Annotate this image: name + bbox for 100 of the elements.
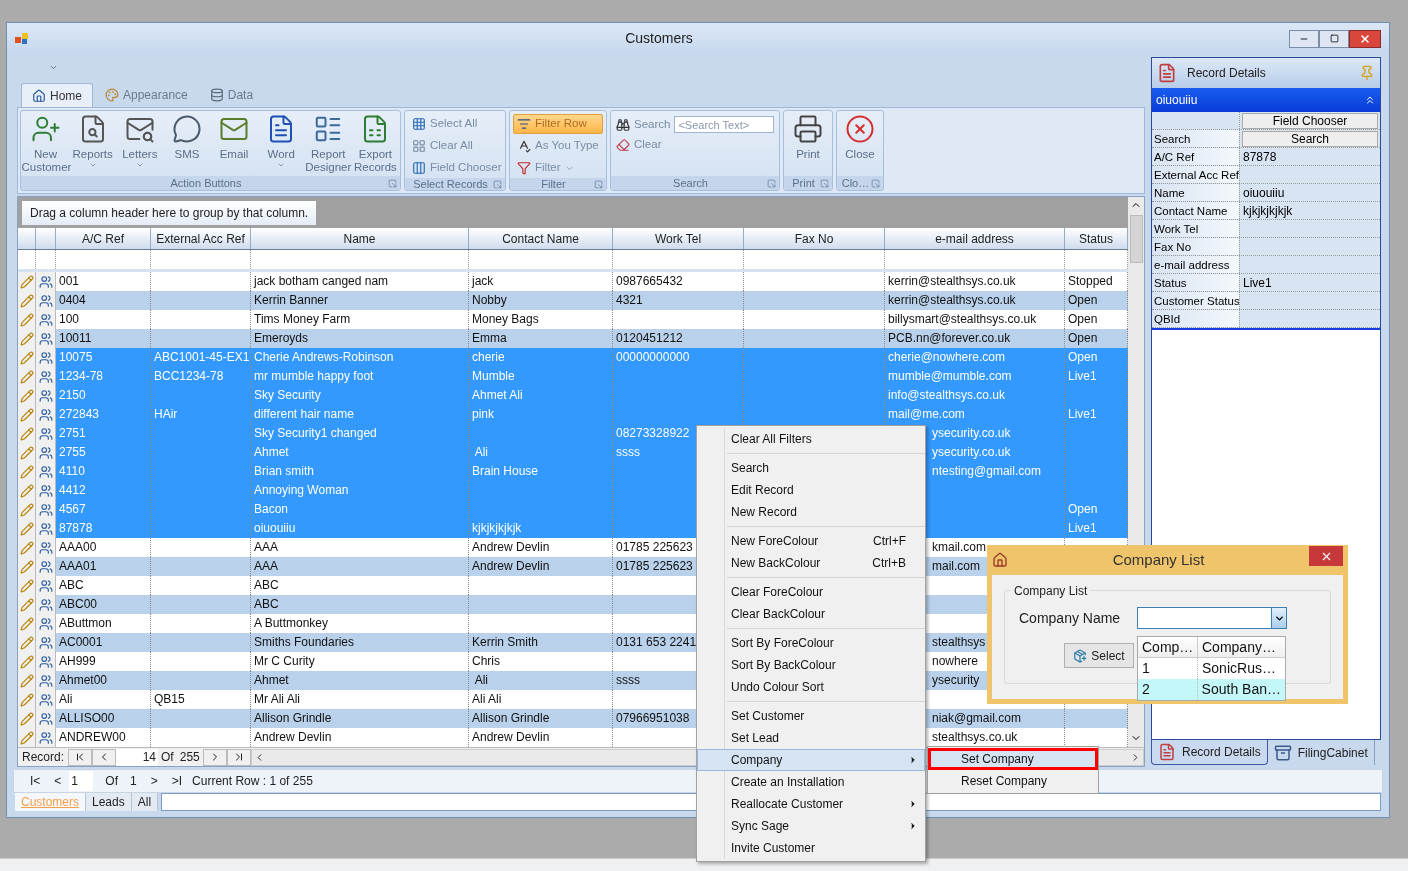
pencil-icon[interactable] bbox=[19, 369, 34, 384]
menu-item[interactable]: Reallocate Customer bbox=[697, 793, 925, 815]
pencil-icon[interactable] bbox=[19, 483, 34, 498]
pencil-icon[interactable] bbox=[19, 312, 34, 327]
pencil-icon[interactable] bbox=[19, 540, 34, 555]
column-header[interactable]: A/C Ref bbox=[56, 228, 151, 249]
last-record-button[interactable] bbox=[226, 748, 251, 766]
panel-tab[interactable]: FilingCabinet bbox=[1267, 740, 1375, 765]
people-icon[interactable] bbox=[38, 730, 53, 745]
pencil-icon[interactable] bbox=[19, 635, 34, 650]
dialog-launcher-icon[interactable] bbox=[871, 178, 880, 188]
people-icon[interactable] bbox=[38, 635, 53, 650]
pencil-icon[interactable] bbox=[19, 350, 34, 365]
column-header[interactable]: Fax No bbox=[744, 228, 885, 249]
close-button[interactable] bbox=[1309, 546, 1343, 566]
field-button[interactable]: Search bbox=[1242, 131, 1378, 147]
ribbon-button[interactable]: Export Records bbox=[353, 113, 397, 174]
people-icon[interactable] bbox=[38, 502, 53, 517]
pencil-icon[interactable] bbox=[19, 559, 34, 574]
column-header[interactable]: Company… bbox=[1198, 637, 1285, 657]
pencil-icon[interactable] bbox=[19, 692, 34, 707]
table-row[interactable]: 0404 Kerrin Banner Nobby 4321 kerrin@stealthsys.co.uk Open bbox=[18, 291, 1128, 310]
ribbon-button[interactable]: Word bbox=[259, 113, 303, 169]
pencil-icon[interactable] bbox=[19, 616, 34, 631]
people-icon[interactable] bbox=[38, 445, 53, 460]
panel-tab[interactable]: Record Details bbox=[1151, 740, 1268, 765]
ribbon-button[interactable]: Letters bbox=[118, 113, 162, 169]
people-icon[interactable] bbox=[38, 312, 53, 327]
previous-record-button[interactable] bbox=[92, 748, 117, 766]
table-row[interactable]: 10011 Emeroyds Emma 0120451212 PCB.nn@forever.co.uk Open bbox=[18, 329, 1128, 348]
people-icon[interactable] bbox=[38, 521, 53, 536]
view-tab[interactable]: Leads bbox=[86, 793, 132, 811]
people-icon[interactable] bbox=[38, 692, 53, 707]
pencil-icon[interactable] bbox=[19, 407, 34, 422]
people-icon[interactable] bbox=[38, 350, 53, 365]
first-record-button[interactable] bbox=[68, 748, 93, 766]
menu-item[interactable]: Edit Record bbox=[697, 479, 925, 501]
people-icon[interactable] bbox=[38, 274, 53, 289]
column-header[interactable]: Comp… bbox=[1138, 637, 1198, 657]
pencil-icon[interactable] bbox=[19, 711, 34, 726]
pencil-icon[interactable] bbox=[19, 388, 34, 403]
table-row[interactable]: 001 jack botham canged nam jack 0987665432 kerrin@stealthsys.co.uk Stopped bbox=[18, 272, 1128, 291]
people-icon[interactable] bbox=[38, 483, 53, 498]
ribbon-button[interactable]: Print bbox=[787, 113, 829, 161]
table-row[interactable]: 100 Tims Money Farm Money Bags billysmart@stealthsys.co.uk Open bbox=[18, 310, 1128, 329]
people-icon[interactable] bbox=[38, 711, 53, 726]
dialog-launcher-icon[interactable] bbox=[388, 178, 397, 188]
ribbon-button[interactable]: Reports bbox=[71, 113, 115, 169]
pencil-icon[interactable] bbox=[19, 464, 34, 479]
people-icon[interactable] bbox=[38, 407, 53, 422]
list-row[interactable]: 2 South Ban… bbox=[1138, 679, 1285, 700]
scrollbar-thumb[interactable] bbox=[1129, 215, 1143, 263]
menu-item[interactable]: Sync Sage bbox=[697, 815, 925, 837]
people-icon[interactable] bbox=[38, 578, 53, 593]
people-icon[interactable] bbox=[38, 597, 53, 612]
column-header[interactable]: Work Tel bbox=[613, 228, 744, 249]
people-icon[interactable] bbox=[38, 654, 53, 669]
pencil-icon[interactable] bbox=[19, 274, 34, 289]
people-icon[interactable] bbox=[38, 616, 53, 631]
pencil-icon[interactable] bbox=[19, 654, 34, 669]
pencil-icon[interactable] bbox=[19, 521, 34, 536]
dialog-launcher-icon[interactable] bbox=[594, 179, 603, 189]
pencil-icon[interactable] bbox=[19, 293, 34, 308]
pencil-icon[interactable] bbox=[19, 331, 34, 346]
column-header[interactable]: Contact Name bbox=[469, 228, 613, 249]
menu-item[interactable]: Invite Customer bbox=[697, 837, 925, 859]
people-icon[interactable] bbox=[38, 673, 53, 688]
maximize-button[interactable] bbox=[1319, 29, 1349, 48]
close-button[interactable] bbox=[1349, 29, 1381, 48]
pencil-icon[interactable] bbox=[19, 673, 34, 688]
people-icon[interactable] bbox=[38, 293, 53, 308]
ribbon-button[interactable]: Report Designer bbox=[306, 113, 350, 174]
ribbon-button[interactable]: SMS bbox=[165, 113, 209, 161]
people-icon[interactable] bbox=[38, 464, 53, 479]
minimize-button[interactable] bbox=[1289, 29, 1319, 48]
people-icon[interactable] bbox=[38, 331, 53, 346]
people-icon[interactable] bbox=[38, 540, 53, 555]
menu-item[interactable]: Set Lead bbox=[697, 727, 925, 749]
next-record-button[interactable] bbox=[202, 748, 227, 766]
people-icon[interactable] bbox=[38, 388, 53, 403]
record-number-field[interactable]: 14 bbox=[116, 748, 159, 766]
menu-item[interactable]: Set Company bbox=[928, 748, 1098, 770]
pencil-icon[interactable] bbox=[19, 426, 34, 441]
view-tab[interactable]: All bbox=[131, 793, 159, 811]
dialog-launcher-icon[interactable] bbox=[493, 179, 502, 189]
column-header[interactable]: Name bbox=[251, 228, 469, 249]
collapse-icon[interactable] bbox=[1364, 94, 1376, 106]
pencil-icon[interactable] bbox=[19, 578, 34, 593]
ribbon-button[interactable]: Email bbox=[212, 113, 256, 161]
pencil-icon[interactable] bbox=[19, 597, 34, 612]
people-icon[interactable] bbox=[38, 369, 53, 384]
pencil-icon[interactable] bbox=[19, 445, 34, 460]
people-icon[interactable] bbox=[38, 559, 53, 574]
pencil-icon[interactable] bbox=[19, 502, 34, 517]
company-name-dropdown[interactable] bbox=[1137, 607, 1287, 629]
dialog-launcher-icon[interactable] bbox=[820, 178, 829, 188]
menu-item[interactable]: Company bbox=[697, 749, 925, 771]
column-header[interactable]: External Acc Ref bbox=[151, 228, 251, 249]
people-icon[interactable] bbox=[38, 426, 53, 441]
ribbon-button[interactable]: Close bbox=[840, 113, 880, 161]
